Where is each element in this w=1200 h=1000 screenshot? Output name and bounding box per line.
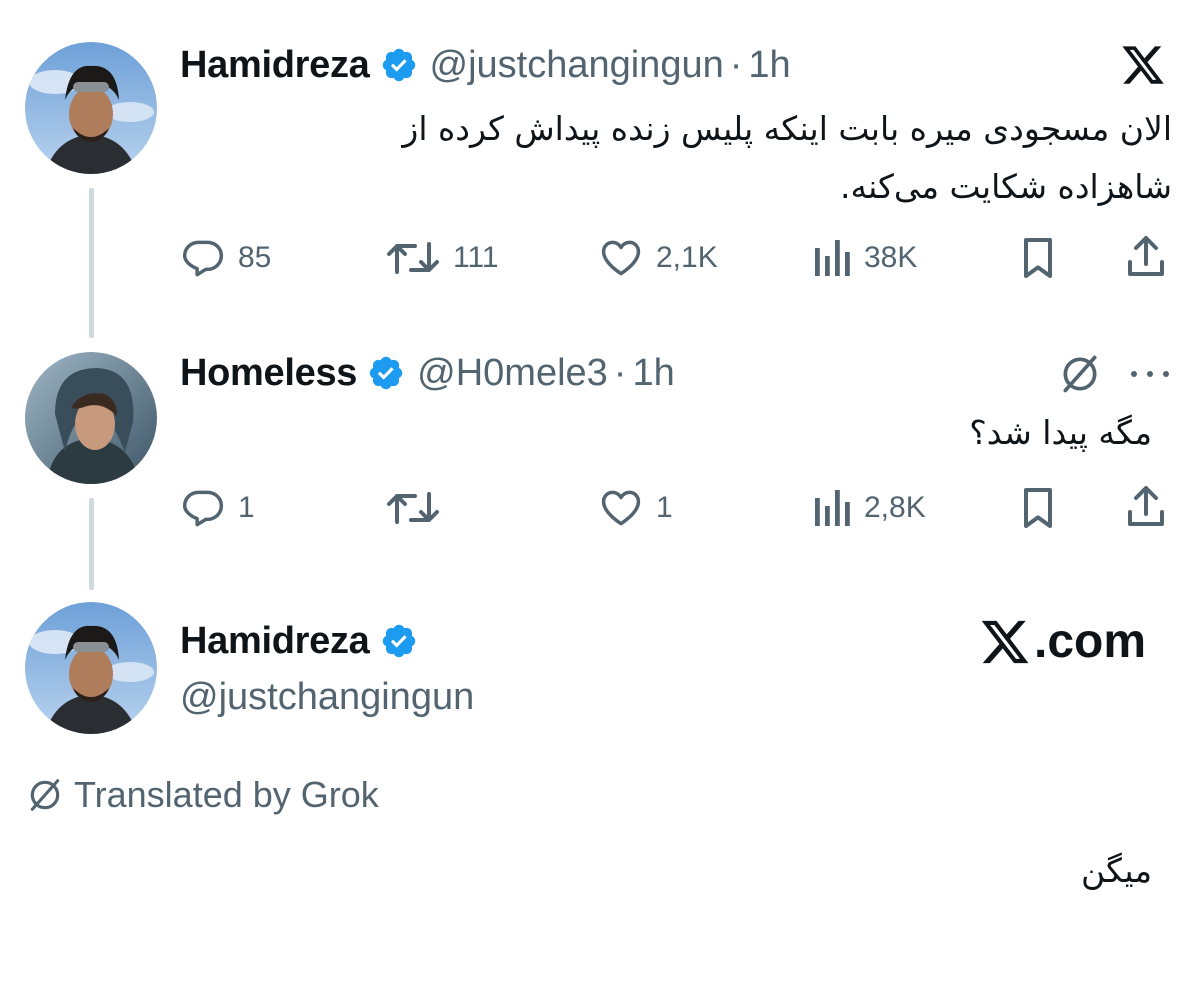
reply-count: 85 (238, 241, 272, 274)
repost-icon (387, 492, 439, 524)
views-button[interactable]: 38K (810, 236, 917, 280)
author-handle[interactable]: @justchangingun (180, 676, 474, 719)
x-logo-icon (978, 616, 1032, 668)
reply-icon (182, 240, 224, 277)
tweet-header: Hamidreza @justchangingun · 1h (180, 42, 791, 88)
like-count: 1 (656, 491, 673, 524)
translated-by-grok[interactable]: Translated by Grok (26, 774, 379, 816)
timestamp[interactable]: 1h (748, 44, 790, 87)
reply-button[interactable]: 85 (180, 236, 271, 280)
tweet-header: Homeless @H0mele3 · 1h (180, 350, 675, 396)
verified-badge-icon (367, 354, 405, 392)
avatar[interactable] (25, 42, 157, 174)
share-button[interactable] (1124, 234, 1168, 280)
tweet-text: الان مسجودی میره بابت اینکه پلیس زنده پی… (172, 100, 1172, 216)
views-icon (815, 240, 850, 276)
bookmark-button[interactable] (1018, 486, 1058, 530)
grok-icon[interactable] (1058, 352, 1102, 400)
reply-button[interactable]: 1 (180, 486, 255, 530)
avatar[interactable] (25, 352, 157, 484)
author-name[interactable]: Hamidreza (180, 620, 370, 663)
x-logo-icon[interactable] (1118, 42, 1168, 88)
xcom-brand-text: .com (1034, 615, 1147, 668)
bookmark-button[interactable] (1018, 236, 1058, 280)
verified-badge-icon (380, 46, 418, 84)
tweet-header: Hamidreza (180, 618, 430, 664)
tweet-text-line: الان مسجودی میره بابت اینکه پلیس زنده پی… (402, 109, 1172, 148)
heart-icon (601, 240, 641, 276)
heart-icon (601, 490, 641, 526)
tweet-text: میگن (552, 842, 1152, 900)
thread-connector (89, 498, 94, 590)
xcom-brand[interactable]: .com (978, 614, 1146, 669)
reply-count: 1 (238, 491, 255, 524)
verified-badge-icon (380, 622, 418, 660)
like-button[interactable]: 1 (598, 486, 673, 530)
separator: · (729, 43, 743, 86)
separator: · (613, 351, 627, 394)
views-button[interactable]: 2,8K (810, 486, 926, 530)
author-name[interactable]: Homeless (180, 352, 357, 395)
views-count: 2,8K (864, 491, 926, 524)
share-button[interactable] (1124, 484, 1168, 530)
share-icon (1128, 486, 1164, 526)
repost-count: 111 (453, 241, 499, 274)
tweet-text-line: میگن (1081, 851, 1152, 890)
author-handle[interactable]: @justchangingun (430, 44, 724, 87)
avatar[interactable] (25, 602, 157, 734)
grok-icon (30, 779, 60, 811)
views-icon (815, 490, 850, 526)
bookmark-icon (1024, 238, 1052, 278)
tweet-text-line: شاهزاده شکایت می‌کنه. (840, 167, 1172, 206)
views-count: 38K (864, 241, 918, 274)
more-icon[interactable] (1128, 362, 1172, 390)
author-name[interactable]: Hamidreza (180, 44, 370, 87)
thread-connector (89, 188, 94, 338)
like-count: 2,1K (656, 241, 718, 274)
tweet-text: مگه پیدا شد؟ (552, 404, 1152, 462)
reply-icon (182, 490, 224, 527)
author-handle[interactable]: @H0mele3 (417, 352, 608, 395)
timestamp[interactable]: 1h (632, 352, 674, 395)
tweet-text-line: مگه پیدا شد؟ (969, 413, 1152, 452)
repost-button[interactable]: 111 (385, 236, 499, 280)
repost-icon (387, 242, 439, 274)
repost-button[interactable] (385, 486, 453, 530)
like-button[interactable]: 2,1K (598, 236, 718, 280)
bookmark-icon (1024, 488, 1052, 528)
share-icon (1128, 236, 1164, 276)
translated-label: Translated by Grok (74, 774, 379, 815)
